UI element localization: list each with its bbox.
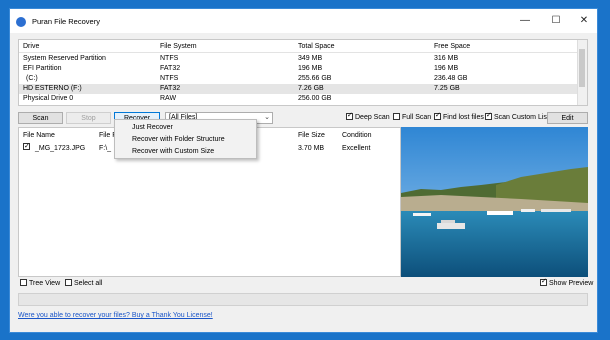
full-scan-label: Full Scan (402, 114, 432, 121)
file-size: 3.70 MB (298, 145, 325, 152)
drive-name: Physical Drive 0 (23, 95, 74, 102)
scan-button[interactable]: Scan (18, 112, 63, 124)
drive-total: 255.66 GB (298, 75, 332, 82)
column-file-size[interactable]: File Size (298, 130, 325, 142)
app-logo-icon (16, 17, 26, 27)
drive-list-header: Drive File System Total Space Free Space (19, 42, 579, 53)
checkbox-icon (485, 111, 492, 121)
checkbox-icon (434, 111, 441, 121)
menu-item-recover-folder-structure[interactable]: Recover with Folder Structure (132, 134, 225, 145)
deep-scan-checkbox[interactable]: Deep Scan (346, 111, 390, 123)
tree-view-label: Tree View (29, 280, 61, 287)
column-condition[interactable]: Condition (342, 130, 372, 142)
drive-total: 256.00 GB (298, 95, 332, 102)
drive-list-scrollbar[interactable] (577, 40, 587, 105)
select-all-checkbox[interactable]: Select all (65, 279, 102, 289)
drive-name: EFI Partition (23, 65, 62, 72)
select-all-label: Select all (74, 280, 103, 287)
drive-free: 316 MB (434, 55, 459, 62)
find-lost-label: Find lost files (443, 114, 484, 121)
column-drive[interactable]: Drive (23, 42, 39, 52)
column-total-space[interactable]: Total Space (298, 42, 335, 52)
drive-total: 196 MB (298, 65, 323, 72)
drive-fs: NTFS (160, 55, 179, 62)
file-path: F:\_ (99, 145, 112, 152)
tree-view-checkbox[interactable]: Tree View (20, 279, 60, 289)
window-title: Puran File Recovery (32, 17, 100, 26)
checkbox-icon (540, 277, 547, 287)
file-name: _MG_1723.JPG (35, 145, 86, 152)
harbor-photo (401, 127, 588, 277)
thank-you-license-link[interactable]: Were you able to recover your files? Buy… (18, 312, 213, 319)
drive-name: (C:) (26, 75, 38, 82)
chevron-down-icon: ⌄ (264, 114, 270, 121)
minimize-button[interactable]: — (513, 14, 537, 28)
full-scan-checkbox[interactable]: Full Scan (393, 113, 431, 123)
drive-row-selected[interactable]: HD ESTERNO (F:) FAT32 7.26 GB 7.25 GB (19, 84, 579, 94)
checkbox-icon (393, 113, 400, 120)
maximize-button[interactable]: ☐ (544, 14, 568, 28)
scrollbar-thumb[interactable] (579, 49, 585, 87)
drive-total: 349 MB (298, 55, 323, 62)
drive-fs: FAT32 (160, 85, 181, 92)
checkbox-icon (346, 111, 353, 121)
drive-row[interactable]: EFI Partition FAT32 196 MB 196 MB (19, 64, 579, 74)
drive-list[interactable]: Drive File System Total Space Free Space… (18, 39, 588, 106)
checkbox-icon (23, 141, 30, 153)
column-free-space[interactable]: Free Space (434, 42, 470, 52)
checkbox-icon (65, 279, 72, 286)
scan-custom-list-checkbox[interactable]: Scan Custom List (485, 111, 549, 123)
app-window: Puran File Recovery — ☐ ✕ Drive File Sys… (9, 8, 598, 333)
drive-row[interactable]: Physical Drive 0 RAW 256.00 GB (19, 94, 579, 104)
progress-bar (18, 293, 588, 306)
drive-free: 236.48 GB (434, 75, 468, 82)
deep-scan-label: Deep Scan (355, 114, 390, 121)
preview-image (401, 127, 588, 277)
drive-name: HD ESTERNO (F:) (23, 85, 82, 92)
menu-item-recover-custom-size[interactable]: Recover with Custom Size (132, 146, 214, 157)
edit-button[interactable]: Edit (547, 112, 588, 124)
drive-total: 7.26 GB (298, 85, 324, 92)
find-lost-files-checkbox[interactable]: Find lost files (434, 111, 484, 123)
column-file-system[interactable]: File System (160, 42, 197, 52)
drive-fs: NTFS (160, 75, 179, 82)
recover-menu: Just Recover Recover with Folder Structu… (114, 119, 257, 159)
drive-fs: RAW (160, 95, 177, 102)
title-bar: Puran File Recovery — ☐ ✕ (10, 9, 597, 33)
checkbox-icon (20, 279, 27, 286)
drive-free: 7.25 GB (434, 85, 460, 92)
menu-item-just-recover[interactable]: Just Recover (132, 122, 173, 133)
scan-custom-label: Scan Custom List (494, 114, 549, 121)
drive-name: System Reserved Partition (23, 55, 106, 62)
drive-row[interactable]: System Reserved Partition NTFS 349 MB 31… (19, 54, 579, 64)
stop-button[interactable]: Stop (66, 112, 111, 124)
drive-fs: FAT32 (160, 65, 181, 72)
show-preview-label: Show Preview (549, 280, 594, 287)
show-preview-checkbox[interactable]: Show Preview (540, 277, 594, 289)
close-button[interactable]: ✕ (572, 14, 596, 28)
file-condition: Excellent (342, 145, 371, 152)
drive-row[interactable]: (C:) NTFS 255.66 GB 236.48 GB (19, 74, 579, 84)
drive-free: 196 MB (434, 65, 459, 72)
